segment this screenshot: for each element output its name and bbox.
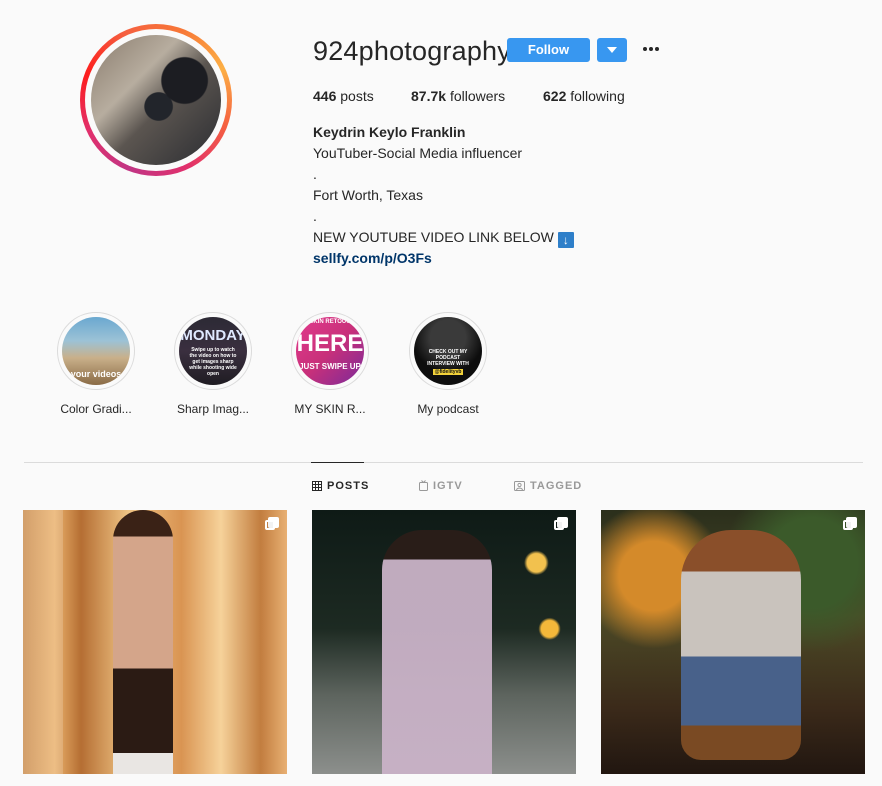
highlight-label: My podcast	[417, 402, 479, 416]
highlight-overlay-title: MONDAY	[180, 327, 246, 344]
stat-posts: 446 posts	[313, 88, 374, 104]
username: 924photography	[313, 36, 511, 66]
stat-following[interactable]: 622 following	[543, 88, 625, 104]
post-thumbnail[interactable]	[23, 510, 287, 774]
highlight-cover: your videos	[62, 317, 130, 385]
bio-line-text: NEW YOUTUBE VIDEO LINK BELOW	[313, 229, 554, 245]
multiple-images-icon	[554, 517, 568, 532]
highlight-overlay-tag: @fidelityvb	[414, 369, 482, 375]
highlight-overlay-tag-text: @fidelityvb	[432, 369, 464, 375]
tab-tagged[interactable]: TAGGED	[514, 480, 582, 492]
bio-link[interactable]: sellfy.com/p/O3Fs	[313, 250, 432, 266]
post-subject	[681, 530, 801, 760]
highlight-label: MY SKIN R...	[294, 402, 366, 416]
stat-posts-count: 446	[313, 88, 337, 104]
follow-button[interactable]: Follow	[507, 38, 590, 62]
grid-icon	[312, 481, 322, 491]
highlight-cover: SKIN RETOUC HERE JUST SWIPE UP	[296, 317, 364, 385]
highlight-item[interactable]: MONDAY Swipe up to watch the video on ho…	[158, 312, 268, 416]
multiple-images-icon	[843, 517, 857, 532]
profile-avatar[interactable]	[80, 24, 232, 176]
avatar-border	[85, 29, 227, 171]
tab-posts[interactable]: POSTS	[312, 480, 369, 492]
post-subject	[382, 530, 492, 774]
highlight-ring: MONDAY Swipe up to watch the video on ho…	[174, 312, 252, 390]
bio-line: Fort Worth, Texas	[313, 187, 423, 203]
avatar-image	[91, 35, 221, 165]
bio-line: YouTuber-Social Media influencer	[313, 145, 523, 161]
stat-posts-label: posts	[340, 88, 374, 104]
highlight-overlay-top: SKIN RETOUC	[309, 319, 351, 325]
tab-tagged-label: TAGGED	[530, 480, 583, 492]
multiple-images-icon	[265, 517, 279, 532]
highlight-overlay-text: your videos	[70, 369, 122, 379]
bio-line-video: NEW YOUTUBE VIDEO LINK BELOW ↓	[313, 229, 574, 248]
chevron-down-icon	[607, 47, 617, 53]
stat-followers[interactable]: 87.7k followers	[411, 88, 505, 104]
highlight-overlay-body: JUST SWIPE UP	[299, 362, 361, 371]
highlight-ring: CHECK OUT MY PODCAST INTERVIEW WITH @fid…	[409, 312, 487, 390]
bio-line: .	[313, 208, 317, 224]
down-arrow-icon: ↓	[557, 232, 574, 248]
highlight-overlay-title: HERE	[296, 330, 364, 357]
highlight-item[interactable]: CHECK OUT MY PODCAST INTERVIEW WITH @fid…	[393, 312, 503, 416]
igtv-icon	[419, 480, 428, 491]
highlight-label: Color Gradi...	[60, 402, 132, 416]
post-image-highlight	[23, 510, 63, 774]
highlight-item[interactable]: your videos Color Gradi...	[41, 312, 151, 416]
post-subject	[113, 510, 173, 774]
tab-igtv-label: IGTV	[433, 480, 463, 492]
bio-line: .	[313, 166, 317, 182]
highlight-ring: SKIN RETOUC HERE JUST SWIPE UP	[291, 312, 369, 390]
active-tab-indicator	[311, 462, 364, 463]
highlight-ring: your videos	[57, 312, 135, 390]
highlight-label: Sharp Imag...	[176, 402, 250, 416]
follow-options-button[interactable]	[597, 38, 627, 62]
stat-following-count: 622	[543, 88, 567, 104]
stat-followers-count: 87.7k	[411, 88, 447, 104]
stat-following-label: following	[570, 88, 625, 104]
highlight-item[interactable]: SKIN RETOUC HERE JUST SWIPE UP MY SKIN R…	[275, 312, 385, 416]
tagged-icon	[514, 481, 525, 491]
post-thumbnail[interactable]	[312, 510, 576, 774]
tab-igtv[interactable]: IGTV	[419, 480, 463, 492]
highlight-overlay-body: CHECK OUT MY PODCAST INTERVIEW WITH	[427, 349, 469, 367]
stat-followers-label: followers	[449, 88, 506, 104]
highlight-overlay-body: Swipe up to watch the video on how to ge…	[189, 347, 237, 377]
highlight-cover: MONDAY Swipe up to watch the video on ho…	[179, 317, 247, 385]
tabs-divider	[24, 462, 863, 463]
post-thumbnail[interactable]	[601, 510, 865, 774]
highlight-cover: CHECK OUT MY PODCAST INTERVIEW WITH @fid…	[414, 317, 482, 385]
bio-full-name: Keydrin Keylo Franklin	[313, 124, 466, 140]
tab-posts-label: POSTS	[327, 480, 370, 492]
more-options-icon[interactable]	[642, 40, 660, 58]
